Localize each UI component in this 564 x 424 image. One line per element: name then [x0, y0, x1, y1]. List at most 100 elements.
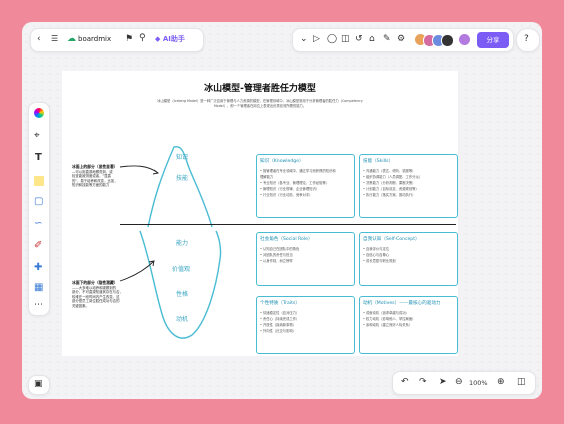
box-title: 动机（Motives）——最核心的驱动力 [363, 301, 441, 306]
box-line: • 对团队的责任与担当 [260, 253, 293, 257]
app-window: ‹ ☰ ☁ boardmix ⚑ ⚲ ◆ AI助手 ⌄ ▷ ◯ ◫ ↺ ⌂ ✎ … [22, 22, 542, 399]
box-line: • 外向性（社交与影响） [260, 329, 296, 333]
note-below-water: 冰面下的部分（隐性潜藏） ——大多难以培养和观察到的 部分，不可直观知道其存在与… [72, 280, 123, 308]
undo-icon[interactable]: ↶ [401, 378, 409, 387]
frame-icon[interactable]: ⌖ [34, 131, 40, 141]
box-knowledge[interactable]: 知识（Knowledge） • 指管理者在专业领域中，通过学习而获得的知识和 理… [256, 154, 355, 218]
box-title: 自我认知（Self-Concept） [363, 237, 420, 242]
page-title: 冰山模型-管理者胜任力模型 [204, 84, 316, 94]
box-self-concept[interactable]: 自我认知（Self-Concept） • 自我评价与定位 • 自信心与自尊心 •… [359, 232, 458, 286]
zoom-controls: ↶ ↷ ➤ ⊖ 100% ⊕ ◫ [392, 371, 536, 395]
minimap-icon: ▣ [34, 379, 43, 389]
arrow-icon [119, 165, 160, 175]
iceberg-label-ability: 能力 [176, 240, 189, 247]
iceberg-document[interactable]: 冰山模型-管理者胜任力模型 冰山模型（Iceberg Model）是一种广泛应用… [62, 71, 458, 356]
minimap-button[interactable]: ▣ [28, 375, 50, 395]
hamburger-icon[interactable]: ☰ [51, 35, 58, 43]
top-left-toolbar: ‹ ☰ ☁ boardmix ⚑ ⚲ ◆ AI助手 [30, 28, 204, 52]
box-line: • 成长意愿与职业规划 [363, 259, 396, 263]
pen-icon[interactable]: ✐ [34, 241, 42, 251]
comment-icon[interactable]: ◫ [341, 35, 350, 44]
note-above-water: 冰面上的部分（显性显著） —可以用直观地察觉到，或 检查能被测度或者，"显露 的… [72, 164, 118, 188]
box-skills[interactable]: 技能（Skills） • 沟通能力（表达、倾听、说服等） • 组织协调能力（人员… [359, 154, 458, 218]
connector-icon[interactable]: ∽ [34, 219, 42, 229]
box-social-role[interactable]: 社会角色（Social Role） • 认知自己在团队中的角色 • 对团队的责任… [256, 232, 355, 286]
tag-icon[interactable]: ⚑ [125, 35, 133, 44]
play-icon[interactable]: ▷ [313, 35, 320, 44]
user-avatar[interactable] [459, 34, 470, 45]
box-line: • 自我评价与定位 [363, 247, 390, 251]
note-line: 关键因素。 [72, 303, 89, 308]
text-icon[interactable]: T [35, 153, 42, 163]
box-title: 知识（Knowledge） [260, 159, 304, 164]
iceberg-label-motivation: 动机 [176, 316, 189, 323]
note-line: 知识和技能等方面的能力 [72, 183, 110, 187]
intro-text-line: Model），即一个管理者在岗位上表现出优秀绩效所需的能力。 [213, 104, 307, 108]
zoom-level[interactable]: 100% [469, 379, 488, 387]
box-traits[interactable]: 个性特质（Traits） • 情绪稳定性（应对压力） • 责任心（持续完成工作）… [256, 296, 355, 354]
box-line: • 组织协调能力（人员调配、工作分派） [363, 175, 423, 179]
app-name: boardmix [78, 35, 112, 43]
box-line: • 沟通能力（表达、倾听、说服等） [363, 169, 416, 173]
box-line: • 以身作则，树立榜样 [260, 259, 293, 263]
box-line: • 认知自己在团队中的角色 [260, 247, 300, 251]
sticky-note-icon[interactable] [34, 176, 44, 186]
box-line: • 成就动机（追求卓越与成功） [363, 311, 409, 315]
collapse-icon[interactable]: ⌄ [300, 35, 308, 44]
iceberg-label-personality: 性格 [176, 291, 189, 298]
box-line: • 管理知识（行业规律、企业管理知识） [260, 187, 320, 191]
iceberg-label-skills: 技能 [176, 175, 189, 182]
box-motives[interactable]: 动机（Motives）——最核心的驱动力 • 成就动机（追求卓越与成功） • 权… [359, 296, 458, 354]
arrow-icon [119, 260, 155, 282]
iceberg-label-knowledge: 知识 [176, 154, 189, 161]
box-line: • 开放性（接纳新事物） [260, 323, 296, 327]
zoom-in-icon[interactable]: ⊕ [497, 378, 505, 387]
box-line: • 计划能力（目标设定、资源规划等） [363, 187, 419, 191]
top-right-toolbar: ⌄ ▷ ◯ ◫ ↺ ⌂ ✎ ⚙ 分享 [292, 28, 514, 52]
box-line: 理解能力 [260, 175, 274, 179]
help-icon: ? [524, 34, 529, 44]
search-icon[interactable]: ⚲ [139, 34, 146, 43]
box-line: • 专业知识（各专业、管理理论、工作经验等） [260, 181, 329, 185]
edit-icon[interactable]: ✎ [383, 35, 391, 44]
template-icon[interactable]: ▦ [34, 283, 43, 293]
box-line: • 自信心与自尊心 [363, 253, 390, 257]
note-line: 检查能被测度或者，"显露 [72, 174, 111, 178]
box-line: • 亲和动机（建立良好人际关系） [363, 323, 413, 327]
fullscreen-icon[interactable]: ◫ [517, 378, 526, 387]
avatar[interactable] [441, 34, 454, 47]
box-line: • 执行能力（落实方案、推动执行） [363, 193, 416, 197]
timer-icon[interactable]: ◯ [327, 35, 337, 44]
more-icon[interactable]: ⋯ [34, 301, 43, 310]
note-below-title: 冰面下的部分（隐性潜藏） [72, 280, 118, 285]
library-icon[interactable]: ⌂ [369, 35, 375, 44]
ai-assistant-button[interactable]: ◆ AI助手 [155, 34, 185, 44]
iceberg-label-values: 价值观 [172, 266, 191, 273]
help-button[interactable]: ? [516, 28, 540, 52]
ai-label: AI助手 [162, 35, 185, 43]
history-icon[interactable]: ↺ [355, 35, 363, 44]
box-title: 个性特质（Traits） [260, 301, 300, 306]
settings-icon[interactable]: ⚙ [397, 35, 405, 44]
boardmix-logo-icon: ☁ [67, 34, 76, 44]
note-line: 部分是员工岗位胜任成功与否的 [72, 299, 120, 303]
note-line: 部分，不可直观知道其存在与否， [72, 290, 123, 294]
box-title: 技能（Skills） [363, 159, 394, 164]
box-title: 社会角色（Social Role） [260, 237, 313, 242]
tool-palette: ⌖ T ▢ ∽ ✐ ✚ ▦ ⋯ [28, 102, 50, 316]
box-line: • 决策能力（分析判断、果断决策） [363, 181, 416, 185]
box-line: • 情绪稳定性（应对压力） [260, 311, 300, 315]
share-button[interactable]: 分享 [477, 32, 509, 48]
box-line: • 行业知识（行业动态、竞争对手） [260, 193, 313, 197]
mind-map-icon[interactable]: ✚ [34, 263, 42, 273]
redo-icon[interactable]: ↷ [419, 378, 427, 387]
cursor-icon[interactable]: ➤ [439, 378, 447, 387]
waterline [120, 224, 456, 225]
chevron-left-icon[interactable]: ‹ [37, 35, 41, 44]
zoom-out-icon[interactable]: ⊖ [455, 378, 463, 387]
box-line: • 权力动机（影响他人、掌控局面） [363, 317, 416, 321]
share-label: 分享 [486, 36, 500, 44]
color-palette-icon[interactable] [34, 108, 44, 118]
shape-icon[interactable]: ▢ [34, 197, 43, 207]
note-above-title: 冰面上的部分（显性显著） [72, 164, 118, 169]
